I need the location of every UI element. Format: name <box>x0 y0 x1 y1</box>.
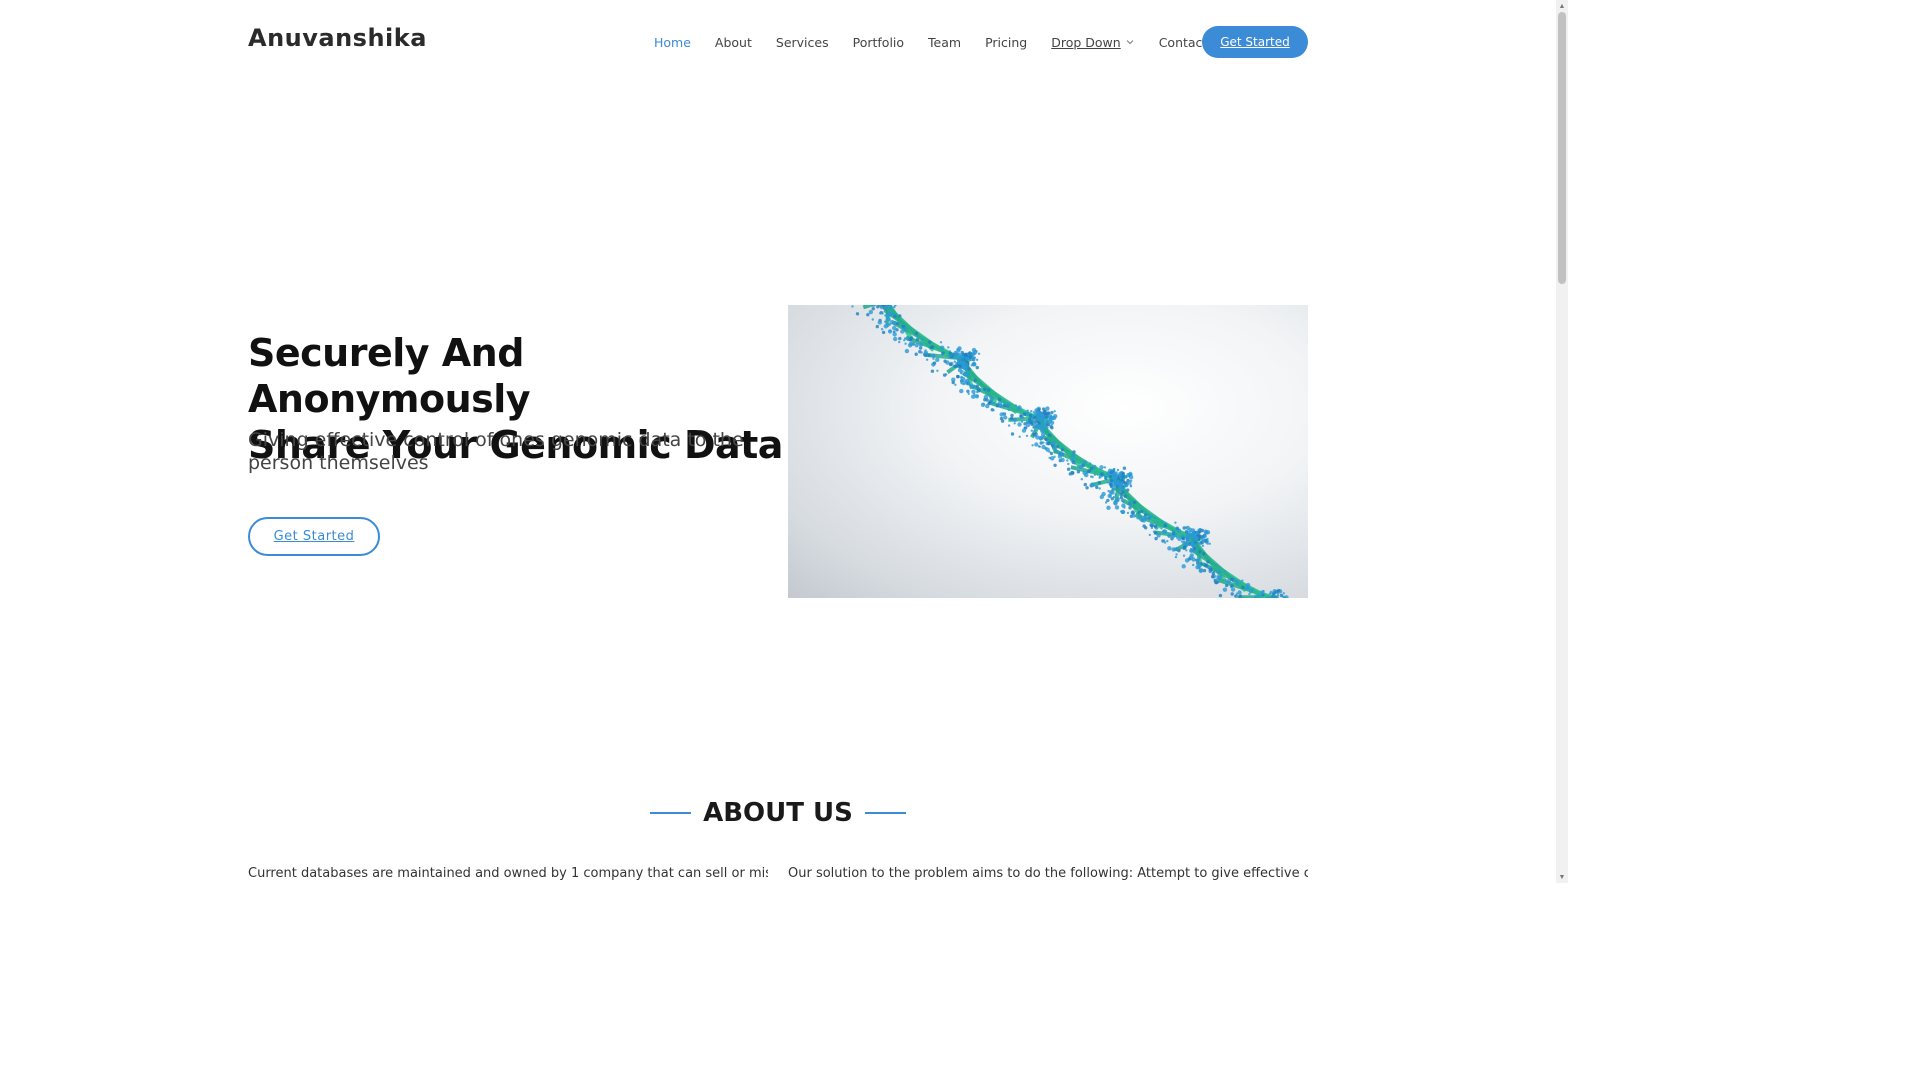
about-left-text: Current databases are maintained and own… <box>248 866 768 881</box>
nav-about[interactable]: About <box>715 35 752 50</box>
site-logo[interactable]: Anuvanshika <box>248 24 427 52</box>
dna-helix-image <box>788 305 1308 598</box>
main-nav: Home About Services Portfolio Team Prici… <box>654 26 1231 58</box>
nav-contact[interactable]: Contact <box>1159 35 1208 50</box>
nav-pricing[interactable]: Pricing <box>985 35 1027 50</box>
scroll-up-icon[interactable]: ▲ <box>1556 0 1568 12</box>
dna-helix-icon <box>851 305 1289 598</box>
scrollbar[interactable]: ▲ ▼ <box>1556 0 1568 883</box>
nav-team[interactable]: Team <box>928 35 961 50</box>
nav-dropdown-label: Drop Down <box>1051 34 1121 50</box>
chevron-down-icon <box>1126 40 1134 45</box>
nav-home[interactable]: Home <box>654 35 691 50</box>
nav-portfolio[interactable]: Portfolio <box>853 35 904 50</box>
scroll-down-icon[interactable]: ▼ <box>1556 871 1568 883</box>
hero-subtitle: Giving effective control of ones genomic… <box>248 429 744 474</box>
get-started-header-button[interactable]: Get Started <box>1202 26 1308 58</box>
nav-dropdown[interactable]: Drop Down <box>1051 35 1134 50</box>
divider-left <box>650 812 692 814</box>
divider-right <box>864 812 906 814</box>
scroll-thumb[interactable] <box>1558 12 1566 284</box>
hero-title-line1: Securely And Anonymously <box>248 331 531 421</box>
about-heading: ABOUT US <box>0 798 1556 828</box>
site-header: Anuvanshika Home About Services Portfoli… <box>0 0 1556 84</box>
about-right-text: Our solution to the problem aims to do t… <box>788 866 1308 881</box>
nav-services[interactable]: Services <box>776 35 829 50</box>
get-started-hero-button[interactable]: Get Started <box>248 517 380 556</box>
about-title: ABOUT US <box>703 798 853 828</box>
